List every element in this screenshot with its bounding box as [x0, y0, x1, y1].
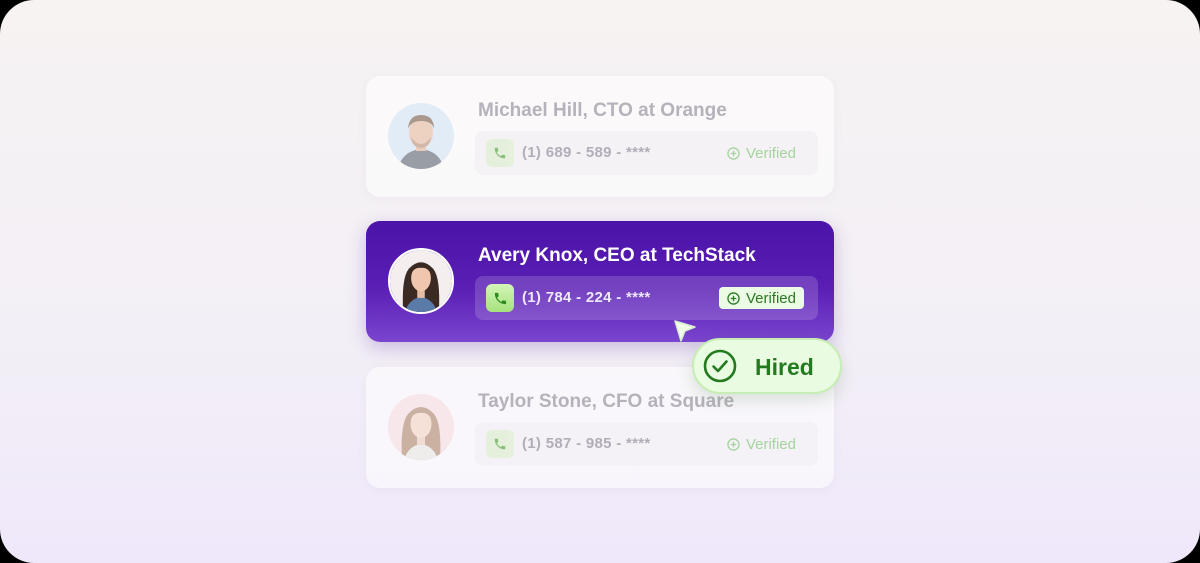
verified-badge: Verified [719, 433, 804, 455]
contact-title: Avery Knox, CEO at TechStack [478, 245, 756, 266]
phone-icon [486, 139, 514, 167]
cursor-icon [672, 318, 698, 344]
contact-card-avery-knox[interactable]: Avery Knox, CEO at TechStack (1) 784 - 2… [366, 221, 834, 342]
contact-card-michael-hill[interactable]: Michael Hill, CTO at Orange (1) 689 - 58… [366, 76, 834, 197]
verified-badge: Verified [718, 287, 804, 309]
hired-label: Hired [755, 354, 814, 380]
avatar [388, 248, 454, 314]
phone-row[interactable]: (1) 587 - 985 - **** Verified [475, 422, 818, 466]
background-panel: Michael Hill, CTO at Orange (1) 689 - 58… [0, 0, 1200, 563]
plus-circle-icon [727, 437, 740, 451]
avatar [388, 394, 454, 460]
phone-row[interactable]: (1) 784 - 224 - **** Verified [475, 276, 818, 320]
hired-badge[interactable]: Hired [692, 338, 842, 394]
verified-label: Verified [745, 144, 796, 162]
contact-title: Michael Hill, CTO at Orange [478, 100, 727, 121]
contact-title: Taylor Stone, CFO at Square [478, 391, 735, 412]
phone-number: (1) 784 - 224 - **** [522, 289, 651, 306]
phone-row[interactable]: (1) 689 - 589 - **** Verified [475, 131, 818, 175]
plus-circle-icon [727, 146, 740, 160]
verified-label: Verified [745, 435, 796, 453]
phone-icon [486, 430, 514, 458]
phone-number: (1) 587 - 985 - **** [522, 435, 651, 452]
phone-icon [486, 284, 514, 312]
verified-badge: Verified [719, 142, 804, 164]
avatar [388, 103, 454, 169]
check-circle-icon [703, 349, 737, 383]
verified-label: Verified [745, 289, 796, 307]
phone-number: (1) 689 - 589 - **** [522, 144, 651, 161]
plus-circle-icon [727, 291, 740, 305]
